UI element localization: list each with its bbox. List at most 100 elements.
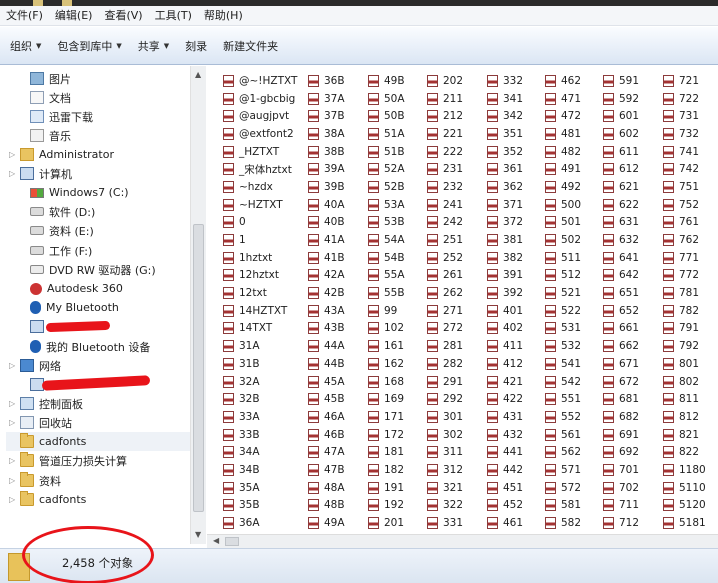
nav-item[interactable]: 图片 <box>30 69 71 88</box>
file-item[interactable]: 341 <box>487 90 523 108</box>
file-item[interactable]: 251 <box>427 231 463 249</box>
file-item[interactable]: 40A <box>308 196 345 214</box>
file-item[interactable]: 54B <box>368 249 405 267</box>
file-item[interactable]: 642 <box>603 267 639 285</box>
file-item[interactable]: 491 <box>545 160 581 178</box>
toolbar-button[interactable]: 组织 ▼ <box>4 38 51 54</box>
file-item[interactable]: 421 <box>487 373 523 391</box>
file-item[interactable]: 32B <box>223 390 297 408</box>
file-item[interactable]: 371 <box>487 196 523 214</box>
nav-item[interactable]: 计算机 <box>20 164 72 183</box>
scroll-up-icon[interactable]: ▲ <box>195 70 201 79</box>
file-item[interactable]: 37A <box>308 90 345 108</box>
file-item[interactable]: 682 <box>603 408 639 426</box>
file-item[interactable]: 102 <box>368 320 405 338</box>
file-item[interactable]: 51A <box>368 125 405 143</box>
file-item[interactable]: 38A <box>308 125 345 143</box>
file-item[interactable]: 511 <box>545 249 581 267</box>
file-item[interactable]: @1-gbcbig <box>223 90 297 108</box>
nav-item[interactable]: 音乐 <box>30 126 71 145</box>
toolbar-button[interactable]: 新建文件夹 <box>217 38 288 54</box>
file-item[interactable]: 722 <box>663 90 706 108</box>
file-item[interactable]: 382 <box>487 249 523 267</box>
file-item[interactable]: 37B <box>308 107 345 125</box>
file-item[interactable]: 34A <box>223 443 297 461</box>
file-item[interactable]: 561 <box>545 426 581 444</box>
file-item[interactable]: 291 <box>427 373 463 391</box>
file-item[interactable]: 821 <box>663 426 706 444</box>
file-item[interactable]: 14TXT <box>223 320 297 338</box>
file-item[interactable]: 721 <box>663 72 706 90</box>
file-item[interactable]: 711 <box>603 497 639 515</box>
file-item[interactable]: 701 <box>603 461 639 479</box>
file-item[interactable]: 792 <box>663 337 706 355</box>
file-item[interactable]: 1 <box>223 231 297 249</box>
file-item[interactable]: 541 <box>545 355 581 373</box>
file-item[interactable]: 312 <box>427 461 463 479</box>
file-item[interactable]: 542 <box>545 373 581 391</box>
file-item[interactable]: 40B <box>308 214 345 232</box>
menu-item[interactable]: 编辑(E) <box>49 6 99 26</box>
file-item[interactable]: 681 <box>603 390 639 408</box>
file-item[interactable]: 168 <box>368 373 405 391</box>
file-item[interactable]: 44A <box>308 337 345 355</box>
menu-item[interactable]: 文件(F) <box>0 6 49 26</box>
file-item[interactable]: 591 <box>603 72 639 90</box>
file-item[interactable]: 501 <box>545 214 581 232</box>
file-item[interactable]: _HZTXT <box>223 143 297 161</box>
file-item[interactable]: 562 <box>545 443 581 461</box>
toolbar-button[interactable]: 包含到库中 ▼ <box>51 38 131 54</box>
nav-item[interactable]: Windows7 (C:) <box>30 183 129 202</box>
file-item[interactable]: 171 <box>368 408 405 426</box>
file-item[interactable]: 161 <box>368 337 405 355</box>
file-item[interactable]: 43B <box>308 320 345 338</box>
file-item[interactable]: 52B <box>368 178 405 196</box>
file-item[interactable]: 361 <box>487 160 523 178</box>
nav-item[interactable]: 资料 <box>20 471 61 490</box>
file-item[interactable]: 392 <box>487 284 523 302</box>
file-item[interactable]: 611 <box>603 143 639 161</box>
nav-item[interactable]: DVD RW 驱动器 (G:) <box>30 260 156 279</box>
file-item[interactable]: 441 <box>487 443 523 461</box>
file-item[interactable]: 12hztxt <box>223 267 297 285</box>
file-item[interactable]: 14HZTXT <box>223 302 297 320</box>
file-item[interactable]: 702 <box>603 479 639 497</box>
file-item[interactable]: @augjpvt <box>223 107 297 125</box>
file-item[interactable]: 581 <box>545 497 581 515</box>
file-item[interactable]: 512 <box>545 267 581 285</box>
file-item[interactable]: 791 <box>663 320 706 338</box>
file-item[interactable]: 182 <box>368 461 405 479</box>
file-item[interactable]: 31A <box>223 337 297 355</box>
file-item[interactable]: 452 <box>487 497 523 515</box>
file-item[interactable]: 532 <box>545 337 581 355</box>
file-item[interactable]: 582 <box>545 514 581 532</box>
file-item[interactable]: 54A <box>368 231 405 249</box>
file-item[interactable]: 331 <box>427 514 463 532</box>
file-item[interactable]: 222 <box>427 143 463 161</box>
file-item[interactable]: 212 <box>427 107 463 125</box>
file-item[interactable]: 49B <box>368 72 405 90</box>
expand-arrow-icon[interactable]: ▷ <box>9 169 15 178</box>
file-item[interactable]: 46B <box>308 426 345 444</box>
file-item[interactable]: 411 <box>487 337 523 355</box>
file-item[interactable]: @~!HZTXT <box>223 72 297 90</box>
file-item[interactable]: 521 <box>545 284 581 302</box>
file-item[interactable]: 662 <box>603 337 639 355</box>
file-item[interactable]: 500 <box>545 196 581 214</box>
file-item[interactable]: 35B <box>223 497 297 515</box>
expand-arrow-icon[interactable]: ▷ <box>9 418 15 427</box>
file-item[interactable]: 622 <box>603 196 639 214</box>
file-item[interactable]: 572 <box>545 479 581 497</box>
menu-item[interactable]: 工具(T) <box>149 6 198 26</box>
file-item[interactable]: 401 <box>487 302 523 320</box>
file-item[interactable]: 692 <box>603 443 639 461</box>
file-item[interactable]: 47B <box>308 461 345 479</box>
file-item[interactable]: ~hzdx <box>223 178 297 196</box>
file-item[interactable]: 731 <box>663 107 706 125</box>
nav-item[interactable]: 我的 Bluetooth 设备 <box>30 337 150 356</box>
file-item[interactable]: 43A <box>308 302 345 320</box>
file-item[interactable]: 522 <box>545 302 581 320</box>
file-item[interactable]: 34B <box>223 461 297 479</box>
file-item[interactable]: 36B <box>308 72 345 90</box>
file-item[interactable]: 33B <box>223 426 297 444</box>
